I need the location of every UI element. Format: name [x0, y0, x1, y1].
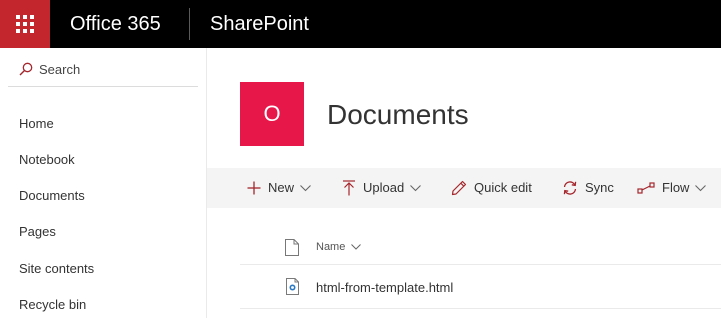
name-column-header[interactable]: Name: [316, 240, 362, 254]
html-file-icon: [286, 278, 299, 300]
nav-item-home[interactable]: Home: [19, 116, 54, 132]
upload-icon: [342, 180, 356, 196]
waffle-icon: [16, 15, 34, 33]
left-navigation: Search Home Notebook Documents Pages Sit…: [0, 48, 207, 318]
new-label: New: [268, 180, 295, 195]
pencil-icon: [451, 180, 467, 196]
search-box[interactable]: Search: [8, 54, 198, 87]
page-title: Documents: [327, 99, 469, 130]
sync-button[interactable]: Sync: [562, 168, 614, 208]
search-icon: [19, 62, 33, 76]
search-placeholder: Search: [39, 62, 81, 77]
nav-item-notebook[interactable]: Notebook: [19, 152, 75, 168]
file-name-link[interactable]: html-from-template.html: [316, 280, 453, 296]
sharepoint-app-title[interactable]: SharePoint: [210, 11, 309, 37]
chevron-down-icon: [410, 184, 422, 191]
upload-label: Upload: [363, 180, 405, 195]
app-launcher-button[interactable]: [0, 0, 50, 48]
file-type-icon: [285, 239, 299, 261]
chevron-down-icon: [695, 184, 707, 191]
suite-divider: [189, 8, 190, 40]
sync-icon: [562, 180, 578, 196]
site-logo[interactable]: O: [240, 82, 304, 146]
suite-bar: Office 365 SharePoint: [0, 0, 721, 48]
new-button[interactable]: New: [247, 168, 311, 208]
sync-label: Sync: [585, 180, 614, 195]
list-header: Name: [240, 230, 721, 265]
plus-icon: [247, 181, 261, 195]
flow-label: Flow: [662, 180, 690, 195]
nav-item-site-contents[interactable]: Site contents: [19, 261, 94, 277]
office-365-brand[interactable]: Office 365: [70, 11, 161, 37]
command-bar: New Upload Quick edit Sync Flow: [207, 168, 721, 208]
quick-edit-label: Quick edit: [474, 180, 532, 195]
nav-item-pages[interactable]: Pages: [19, 224, 56, 240]
quick-edit-button[interactable]: Quick edit: [451, 168, 532, 208]
table-row[interactable]: html-from-template.html: [240, 266, 721, 309]
nav-item-documents[interactable]: Documents: [19, 188, 85, 204]
chevron-down-icon: [351, 244, 362, 250]
upload-button[interactable]: Upload: [342, 168, 422, 208]
flow-button[interactable]: Flow: [637, 168, 707, 208]
nav-item-recycle-bin[interactable]: Recycle bin: [19, 297, 86, 313]
flow-icon: [637, 181, 655, 195]
name-column-label: Name: [316, 241, 346, 253]
site-logo-letter: O: [263, 101, 281, 126]
chevron-down-icon: [300, 184, 311, 191]
